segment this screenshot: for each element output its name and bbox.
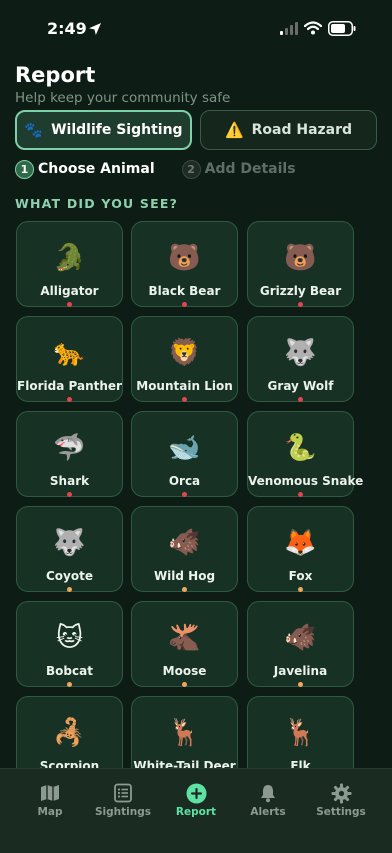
animal-name: Mountain Lion xyxy=(136,379,233,393)
animal-card-black-bear[interactable]: 🐻 Black Bear xyxy=(131,221,238,307)
animal-icon: 🦈 xyxy=(53,433,86,463)
plus-circle-icon xyxy=(186,783,206,804)
risk-indicator-dot xyxy=(298,397,303,402)
animal-grid: 🐊 Alligator 🐻 Black Bear 🐻 Grizzly Bear 🐆 Flori… xyxy=(0,0,392,852)
tab-label: Map xyxy=(37,806,63,818)
animal-name: Black Bear xyxy=(148,284,221,298)
animal-icon: 🐊 xyxy=(53,243,86,273)
animal-card-fox[interactable]: 🦊 Fox xyxy=(247,506,354,592)
risk-indicator-dot xyxy=(182,682,187,687)
animal-card-javelina[interactable]: 🐗 Javelina xyxy=(247,601,354,687)
tab-label: Settings xyxy=(316,806,366,818)
animal-icon: 🐺 xyxy=(284,338,317,368)
animal-name: Bobcat xyxy=(46,664,93,678)
tab-label: Report xyxy=(175,806,217,818)
risk-indicator-dot xyxy=(67,492,72,497)
animal-card-coyote[interactable]: 🐺 Coyote xyxy=(16,506,123,592)
animal-icon: 🦌 xyxy=(284,718,317,748)
animal-icon: 🦂 xyxy=(53,718,86,748)
risk-indicator-dot xyxy=(298,587,303,592)
risk-indicator-dot xyxy=(67,302,72,307)
animal-name: Alligator xyxy=(40,284,99,298)
animal-card-mountain-lion[interactable]: 🦁 Mountain Lion xyxy=(131,316,238,402)
bottom-tab-bar: Map Sightings Report Alerts Settings xyxy=(0,768,392,853)
risk-indicator-dot xyxy=(298,682,303,687)
animal-icon: 🦊 xyxy=(284,528,317,558)
animal-name: Venomous Snake xyxy=(248,474,364,488)
animal-name: Shark xyxy=(49,474,90,488)
animal-card-moose[interactable]: 🫎 Moose xyxy=(131,601,238,687)
animal-icon: 🦁 xyxy=(168,338,201,368)
animal-card-gray-wolf[interactable]: 🐺 Gray Wolf xyxy=(247,316,354,402)
risk-indicator-dot xyxy=(182,587,187,592)
animal-name: Gray Wolf xyxy=(267,379,334,393)
animal-card-florida-panther[interactable]: 🐆 Florida Panther xyxy=(16,316,123,402)
animal-card-wild-hog[interactable]: 🐗 Wild Hog xyxy=(131,506,238,592)
animal-icon: 🐺 xyxy=(53,528,86,558)
animal-name: Wild Hog xyxy=(153,569,216,583)
animal-icon: 🐻 xyxy=(168,243,201,273)
animal-name: Florida Panther xyxy=(17,379,122,393)
map-icon xyxy=(41,785,59,801)
animal-name: Fox xyxy=(288,569,313,583)
risk-indicator-dot xyxy=(67,397,72,402)
animal-icon: 🦌 xyxy=(168,718,201,748)
risk-indicator-dot xyxy=(298,492,303,497)
animal-icon: 🐗 xyxy=(168,528,201,558)
animal-card-bobcat[interactable]: 🐱 Bobcat xyxy=(16,601,123,687)
risk-indicator-dot xyxy=(67,587,72,592)
animal-icon: 🐗 xyxy=(284,623,317,653)
bell-icon xyxy=(261,785,275,803)
risk-indicator-dot xyxy=(298,302,303,307)
tab-label: Sightings xyxy=(94,806,151,818)
animal-name: Orca xyxy=(168,474,201,488)
animal-icon: 🐋 xyxy=(168,433,201,463)
animal-card-alligator[interactable]: 🐊 Alligator xyxy=(16,221,123,307)
animal-name: Coyote xyxy=(46,569,93,583)
animal-card-grizzly-bear[interactable]: 🐻 Grizzly Bear xyxy=(247,221,354,307)
list-icon xyxy=(114,783,132,803)
gear-icon xyxy=(331,783,351,804)
animal-name: Javelina xyxy=(273,664,328,678)
risk-indicator-dot xyxy=(182,492,187,497)
tab-label: Alerts xyxy=(250,806,286,818)
risk-indicator-dot xyxy=(182,397,187,402)
risk-indicator-dot xyxy=(67,682,72,687)
animal-icon: 🐍 xyxy=(284,433,317,463)
risk-indicator-dot xyxy=(182,302,187,307)
animal-name: Moose xyxy=(162,664,207,678)
animal-icon: 🐻 xyxy=(284,243,317,273)
animal-card-orca[interactable]: 🐋 Orca xyxy=(131,411,238,497)
animal-card-shark[interactable]: 🦈 Shark xyxy=(16,411,123,497)
animal-icon: 🫎 xyxy=(168,623,201,653)
animal-card-venomous-snake[interactable]: 🐍 Venomous Snake xyxy=(247,411,364,497)
animal-icon: 🐆 xyxy=(53,338,86,368)
animal-name: Grizzly Bear xyxy=(259,284,342,298)
animal-icon: 🐱 xyxy=(55,623,84,653)
